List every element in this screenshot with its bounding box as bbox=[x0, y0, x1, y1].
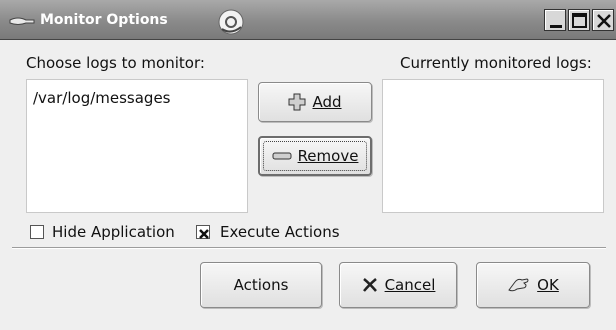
list-item[interactable]: /var/log/messages bbox=[33, 88, 171, 108]
hide-application-label[interactable]: Hide Application bbox=[52, 222, 175, 242]
title-bar[interactable]: Monitor Options bbox=[0, 0, 616, 40]
minimize-button[interactable] bbox=[544, 9, 566, 31]
add-label-text: Add bbox=[312, 93, 342, 111]
maximize-button[interactable] bbox=[568, 9, 590, 31]
monitored-logs-list[interactable] bbox=[382, 79, 604, 213]
hide-application-checkbox[interactable] bbox=[30, 225, 44, 239]
add-button-label: Add bbox=[312, 93, 341, 111]
remove-button[interactable]: Remove bbox=[258, 136, 372, 176]
available-logs-list[interactable]: /var/log/messages bbox=[26, 79, 248, 213]
maximize-icon bbox=[572, 13, 587, 28]
window-title: Monitor Options bbox=[40, 12, 168, 28]
execute-actions-label[interactable]: Execute Actions bbox=[220, 222, 340, 242]
focus-ring bbox=[263, 141, 367, 171]
ok-button-label: OK bbox=[537, 276, 559, 294]
checkmark-x-icon bbox=[199, 229, 209, 239]
add-button[interactable]: Add bbox=[258, 82, 372, 122]
x-icon bbox=[362, 278, 377, 292]
plus-icon bbox=[288, 93, 306, 111]
window-frame bbox=[0, 40, 12, 330]
close-icon bbox=[597, 14, 611, 28]
app-logo-icon bbox=[214, 7, 248, 37]
minimize-icon bbox=[550, 25, 562, 28]
actions-button[interactable]: Actions bbox=[200, 262, 322, 308]
window-menu-icon[interactable] bbox=[8, 13, 38, 27]
choose-logs-label: Choose logs to monitor: bbox=[26, 54, 205, 72]
ok-button[interactable]: OK bbox=[476, 262, 590, 308]
ok-label-text: OK bbox=[537, 276, 559, 294]
close-button[interactable] bbox=[592, 9, 614, 31]
execute-actions-checkbox[interactable] bbox=[196, 225, 210, 239]
cancel-button-label: Cancel bbox=[385, 276, 436, 294]
cancel-button[interactable]: Cancel bbox=[339, 262, 457, 308]
actions-button-label: Actions bbox=[233, 276, 289, 294]
currently-monitored-label: Currently monitored logs: bbox=[400, 54, 592, 72]
hand-ok-icon bbox=[508, 278, 529, 292]
separator bbox=[12, 247, 606, 249]
cancel-label-text: Cancel bbox=[384, 276, 436, 294]
